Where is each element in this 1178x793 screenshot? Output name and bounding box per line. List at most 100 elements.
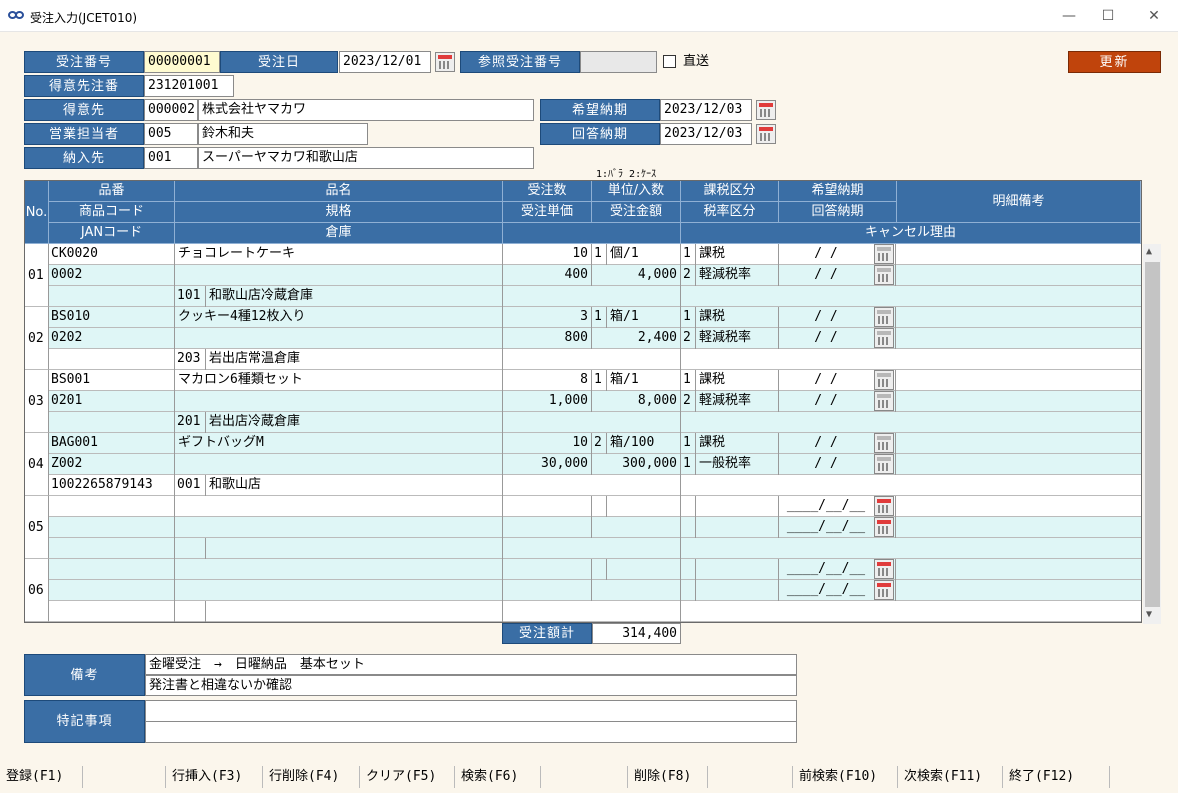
maximize-button[interactable]: ☐ bbox=[1098, 6, 1118, 26]
desired-date-cell[interactable]: / / bbox=[779, 307, 873, 328]
function-key-3[interactable]: 行挿入(F3) bbox=[166, 766, 263, 788]
item-no-cell[interactable]: BS001 bbox=[49, 370, 175, 391]
amount-cell[interactable]: 300,000 bbox=[592, 454, 681, 475]
update-button[interactable]: 更新 bbox=[1068, 51, 1161, 73]
tax-rate-name-cell[interactable]: 軽減税率 bbox=[696, 265, 779, 286]
item-no-cell[interactable]: CK0020 bbox=[49, 244, 175, 265]
spec-cell[interactable] bbox=[175, 580, 503, 601]
item-name-cell[interactable]: チョコレートケーキ bbox=[175, 244, 503, 265]
row-calendar-icon[interactable] bbox=[874, 391, 894, 411]
unit-pack-cell[interactable] bbox=[607, 496, 681, 517]
reply-date-cell[interactable]: / / bbox=[779, 265, 873, 286]
qty-cell[interactable] bbox=[503, 559, 592, 580]
product-code-cell[interactable]: 0202 bbox=[49, 328, 175, 349]
product-code-cell[interactable] bbox=[49, 580, 175, 601]
product-code-cell[interactable]: 0201 bbox=[49, 391, 175, 412]
spec-cell[interactable] bbox=[175, 265, 503, 286]
remarks-cell[interactable] bbox=[895, 328, 1141, 349]
unit-pack-cell[interactable] bbox=[607, 559, 681, 580]
tax-class-name-cell[interactable] bbox=[696, 559, 779, 580]
jan-cell[interactable] bbox=[49, 601, 175, 622]
tax-class-code-cell[interactable]: 1 bbox=[681, 433, 696, 454]
jan-cell[interactable]: 1002265879143 bbox=[49, 475, 175, 496]
function-key-12[interactable]: 終了(F12) bbox=[1003, 766, 1110, 788]
reply-date-cell[interactable]: / / bbox=[779, 391, 873, 412]
remarks-cell[interactable] bbox=[895, 517, 1141, 538]
unit-price-cell[interactable]: 800 bbox=[503, 328, 592, 349]
tax-class-code-cell[interactable]: 1 bbox=[681, 370, 696, 391]
row-calendar-icon[interactable] bbox=[874, 517, 894, 537]
cancel-reason-cell[interactable] bbox=[681, 349, 1141, 370]
product-code-cell[interactable]: Z002 bbox=[49, 454, 175, 475]
row-calendar-icon[interactable] bbox=[874, 370, 894, 390]
tax-rate-name-cell[interactable] bbox=[696, 517, 779, 538]
reply-date-cell[interactable]: ____/__/__ bbox=[779, 517, 873, 538]
desired-date-cell[interactable]: ____/__/__ bbox=[779, 496, 873, 517]
item-name-cell[interactable]: ギフトバッグM bbox=[175, 433, 503, 454]
warehouse-name-cell[interactable]: 岩出店常温倉庫 bbox=[206, 349, 503, 370]
unit-price-cell[interactable]: 400 bbox=[503, 265, 592, 286]
tax-rate-code-cell[interactable] bbox=[681, 580, 696, 601]
desired-date-field[interactable]: 2023/12/03 bbox=[660, 99, 752, 121]
sales-code-field[interactable]: 005 bbox=[144, 123, 198, 145]
unit-pack-cell[interactable]: 箱/1 bbox=[607, 307, 681, 328]
special-line2[interactable] bbox=[145, 721, 797, 743]
scrollbar-thumb[interactable] bbox=[1145, 262, 1160, 607]
reply-date-field[interactable]: 2023/12/03 bbox=[660, 123, 752, 145]
remarks-cell[interactable] bbox=[895, 454, 1141, 475]
unit-price-cell[interactable] bbox=[503, 580, 592, 601]
amount-cell[interactable]: 8,000 bbox=[592, 391, 681, 412]
cancel-reason-cell[interactable] bbox=[681, 286, 1141, 307]
tax-rate-code-cell[interactable]: 1 bbox=[681, 454, 696, 475]
unit-type-cell[interactable]: 2 bbox=[592, 433, 607, 454]
row-calendar-icon[interactable] bbox=[874, 496, 894, 516]
warehouse-code-cell[interactable] bbox=[175, 601, 206, 622]
minimize-button[interactable]: — bbox=[1059, 6, 1079, 26]
reply-date-cell[interactable]: / / bbox=[779, 328, 873, 349]
amount-cell[interactable] bbox=[592, 580, 681, 601]
tax-rate-code-cell[interactable]: 2 bbox=[681, 391, 696, 412]
spec-cell[interactable] bbox=[175, 454, 503, 475]
product-code-cell[interactable]: 0002 bbox=[49, 265, 175, 286]
delivery-name-field[interactable]: スーパーヤマカワ和歌山店 bbox=[198, 147, 534, 169]
warehouse-code-cell[interactable]: 203 bbox=[175, 349, 206, 370]
order-date-calendar-icon[interactable] bbox=[435, 52, 455, 72]
tax-class-code-cell[interactable]: 1 bbox=[681, 244, 696, 265]
scroll-down-icon[interactable]: ▼ bbox=[1146, 609, 1152, 620]
cancel-reason-cell[interactable] bbox=[681, 601, 1141, 622]
unit-type-cell[interactable]: 1 bbox=[592, 370, 607, 391]
delivery-code-field[interactable]: 001 bbox=[144, 147, 198, 169]
order-no-field[interactable]: 00000001 bbox=[144, 51, 220, 73]
warehouse-name-cell[interactable]: 岩出店冷蔵倉庫 bbox=[206, 412, 503, 433]
function-key-8[interactable]: 削除(F8) bbox=[628, 766, 708, 788]
row-calendar-icon[interactable] bbox=[874, 559, 894, 579]
remarks-cell[interactable] bbox=[895, 496, 1141, 517]
warehouse-code-cell[interactable]: 101 bbox=[175, 286, 206, 307]
item-name-cell[interactable] bbox=[175, 559, 503, 580]
warehouse-code-cell[interactable]: 001 bbox=[175, 475, 206, 496]
item-name-cell[interactable]: マカロン6種類セット bbox=[175, 370, 503, 391]
jan-cell[interactable] bbox=[49, 349, 175, 370]
remarks-cell[interactable] bbox=[895, 244, 1141, 265]
customer-no-field[interactable]: 231201001 bbox=[144, 75, 234, 97]
desired-date-cell[interactable]: ____/__/__ bbox=[779, 559, 873, 580]
sales-name-field[interactable]: 鈴木和夫 bbox=[198, 123, 368, 145]
tax-class-code-cell[interactable] bbox=[681, 496, 696, 517]
unit-price-cell[interactable]: 30,000 bbox=[503, 454, 592, 475]
item-no-cell[interactable]: BAG001 bbox=[49, 433, 175, 454]
customer-name-field[interactable]: 株式会社ヤマカワ bbox=[198, 99, 534, 121]
warehouse-name-cell[interactable] bbox=[206, 601, 503, 622]
remarks-cell[interactable] bbox=[895, 433, 1141, 454]
qty-cell[interactable]: 10 bbox=[503, 433, 592, 454]
function-key-1[interactable]: 登録(F1) bbox=[0, 766, 83, 788]
row-calendar-icon[interactable] bbox=[874, 580, 894, 600]
tax-class-name-cell[interactable]: 課税 bbox=[696, 433, 779, 454]
tax-rate-code-cell[interactable]: 2 bbox=[681, 265, 696, 286]
spec-cell[interactable] bbox=[175, 391, 503, 412]
warehouse-name-cell[interactable]: 和歌山店冷蔵倉庫 bbox=[206, 286, 503, 307]
row-calendar-icon[interactable] bbox=[874, 244, 894, 264]
notes-line2[interactable]: 発注書と相違ないか確認 bbox=[145, 675, 797, 696]
desired-date-calendar-icon[interactable] bbox=[756, 100, 776, 120]
unit-type-cell[interactable]: 1 bbox=[592, 244, 607, 265]
tax-class-name-cell[interactable] bbox=[696, 496, 779, 517]
